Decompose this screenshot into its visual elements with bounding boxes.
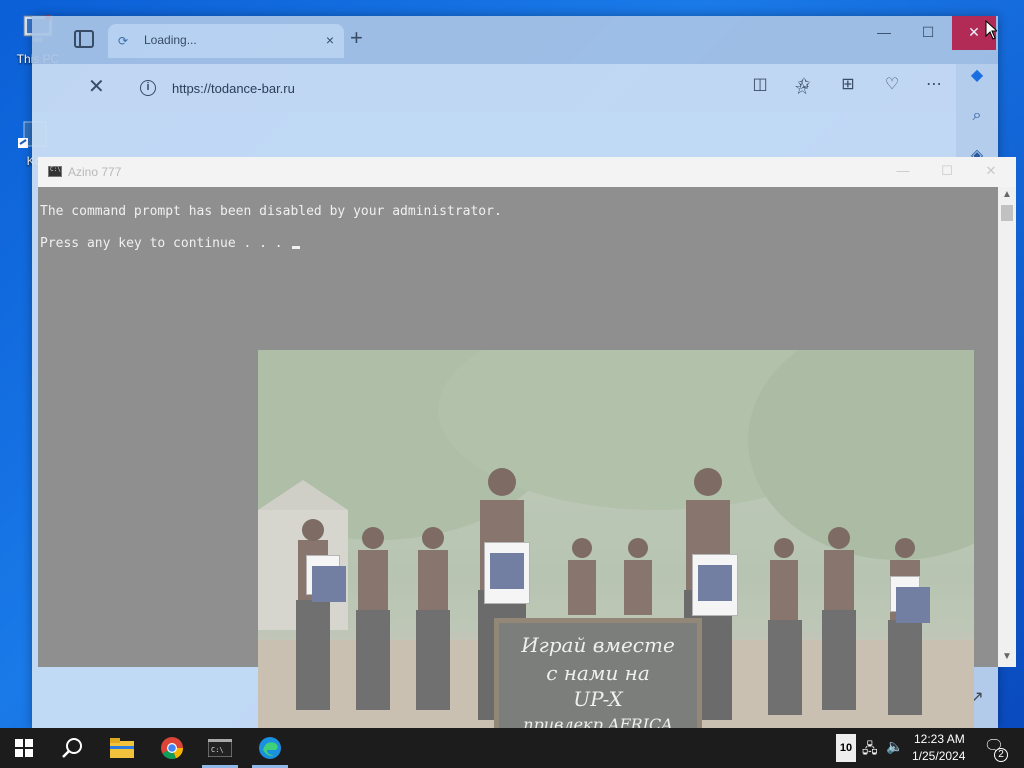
cmd-maximize-button[interactable]: ☐ xyxy=(932,163,962,179)
chrome-icon xyxy=(161,737,184,760)
taskbar-edge[interactable] xyxy=(246,728,294,768)
cmd-prompt-text: Press any key to continue . . . xyxy=(40,236,291,251)
taskbar: C:\ 10 🖧 🔈 12:23 AM 1/25/2024 🗨 xyxy=(0,728,1024,768)
svg-text:C:\: C:\ xyxy=(211,746,224,754)
minimize-button[interactable]: — xyxy=(862,16,906,50)
url-text[interactable]: https://todance-bar.ru xyxy=(172,81,295,96)
taskbar-command-prompt[interactable]: C:\ xyxy=(196,728,244,768)
notification-count-badge: 2 xyxy=(994,748,1008,762)
loading-spinner-icon: ⟳ xyxy=(118,34,129,48)
windows-logo-icon xyxy=(15,739,33,757)
scroll-down-arrow-icon[interactable]: ▼ xyxy=(1002,651,1012,662)
stop-loading-button[interactable]: ✕ xyxy=(88,74,105,99)
site-info-icon[interactable]: i xyxy=(140,80,156,96)
more-icon[interactable]: ⋯ xyxy=(922,74,946,94)
cmd-close-button[interactable]: ✕ xyxy=(976,163,1006,179)
overlay-photo: Играй вместе с нами на UP-X привлекр AFR… xyxy=(258,350,974,728)
console-icon: C:\ xyxy=(207,738,233,758)
text-cursor xyxy=(292,246,301,249)
scroll-thumb[interactable] xyxy=(1001,205,1013,221)
console-icon xyxy=(48,166,62,177)
scroll-up-arrow-icon[interactable]: ▲ xyxy=(1002,189,1012,200)
photo-overlay-tint xyxy=(258,350,974,728)
cmd-minimize-button[interactable]: — xyxy=(888,163,918,178)
folder-icon xyxy=(110,738,134,758)
clock-date[interactable]: 1/25/2024 xyxy=(912,749,965,763)
edge-icon xyxy=(259,737,281,759)
cmd-window-title: Azino 777 xyxy=(68,165,122,179)
cmd-output-line: The command prompt has been disabled by … xyxy=(40,204,502,219)
split-screen-icon[interactable]: ◫ xyxy=(748,74,772,94)
favorites-icon[interactable]: ✩ xyxy=(792,74,816,94)
tray-badge[interactable]: 10 xyxy=(836,734,856,762)
search-icon xyxy=(62,738,82,758)
tab-bar: ⟳ Loading... × + — ☐ ✕ xyxy=(32,16,998,64)
clock-time[interactable]: 12:23 AM xyxy=(914,732,965,746)
url-field[interactable]: i https://todance-bar.ru ☆ xyxy=(128,74,810,104)
copilot-icon[interactable]: ◆ xyxy=(965,64,989,88)
maximize-button[interactable]: ☐ xyxy=(906,16,950,50)
search-icon[interactable]: ⌕ xyxy=(965,104,989,128)
tab-close-icon[interactable]: × xyxy=(326,32,334,48)
tab-actions-icon[interactable] xyxy=(74,30,94,48)
taskbar-search-button[interactable] xyxy=(48,728,96,768)
cmd-title-bar[interactable]: Azino 777 — ☐ ✕ xyxy=(38,157,1016,187)
cmd-scrollbar[interactable]: ▲ ▼ xyxy=(998,187,1016,667)
new-tab-button[interactable]: + xyxy=(350,27,363,49)
taskbar-file-explorer[interactable] xyxy=(98,728,146,768)
taskbar-chrome[interactable] xyxy=(148,728,196,768)
cmd-prompt-line: Press any key to continue . . . xyxy=(40,236,301,251)
mouse-pointer-icon xyxy=(985,20,997,40)
tab-active[interactable]: ⟳ Loading... × xyxy=(108,24,344,58)
browser-essentials-icon[interactable]: ♡ xyxy=(880,74,904,94)
volume-muted-icon[interactable]: 🔈 xyxy=(886,738,903,755)
network-icon[interactable]: 🖧 xyxy=(862,738,878,762)
collections-icon[interactable]: ⊞ xyxy=(836,74,860,94)
tab-title: Loading... xyxy=(144,33,197,47)
start-button[interactable] xyxy=(0,728,48,768)
